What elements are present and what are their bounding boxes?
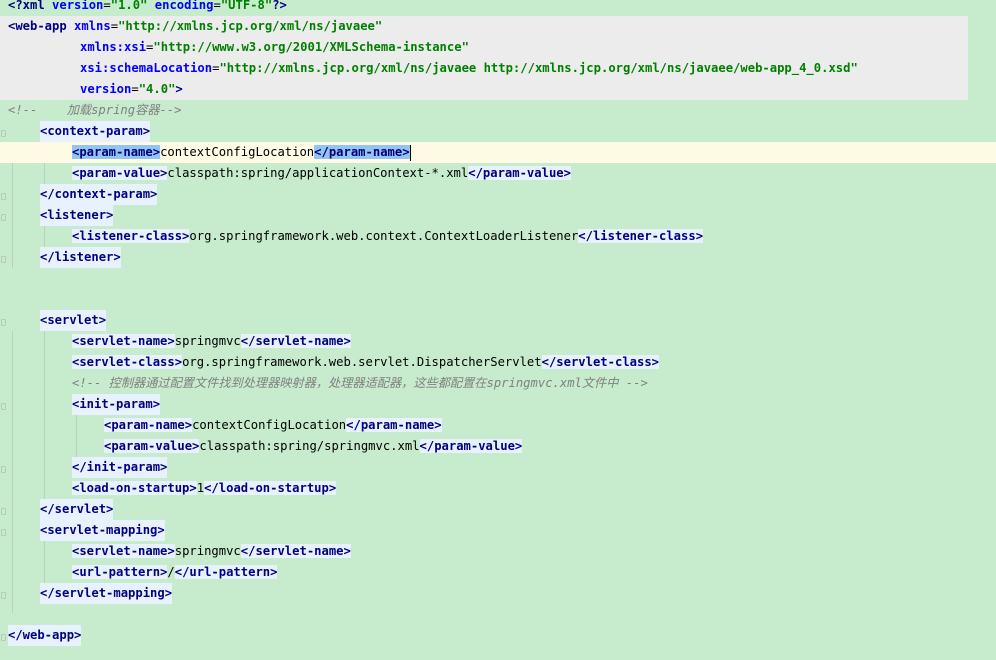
code-line-context-param-open[interactable]: <context-param> (0, 121, 996, 142)
tag-listener-class-close: </listener-class> (578, 229, 704, 243)
element-text: contextConfigLocation (160, 145, 315, 159)
code-line-servlet-mapping-close[interactable]: </servlet-mapping> (0, 583, 996, 604)
tag-servlet-open: <servlet> (40, 310, 107, 331)
tag-param-name-open: <param-name> (72, 145, 161, 159)
attribute-name: encoding (154, 0, 214, 12)
tag-param-name-close: </param-name> (346, 418, 442, 432)
code-line-xml-declaration[interactable]: <?xml version="1.0" encoding="UTF-8"?> (0, 0, 996, 16)
code-line-servlet-close[interactable]: </servlet> (0, 499, 996, 520)
code-line-param-name[interactable]: <param-name>contextConfigLocation</param… (0, 415, 996, 436)
code-line-listener-open[interactable]: <listener> (0, 205, 996, 226)
element-text: classpath:spring/springmvc.xml (199, 439, 420, 453)
code-line-servlet-name[interactable]: <servlet-name>springmvc</servlet-name> (0, 331, 996, 352)
attribute-value: "4.0" (138, 82, 176, 96)
tag-servlet-class-open: <servlet-class> (72, 355, 183, 369)
tag-param-value-close: </param-value> (468, 166, 571, 180)
code-line-schema-location[interactable]: xsi:schemaLocation="http://xmlns.jcp.org… (0, 58, 968, 79)
tag-web-app-open: <web-app (8, 19, 67, 33)
attribute-value: "UTF-8" (220, 0, 273, 12)
element-text: / (167, 565, 175, 579)
code-line-web-app-close[interactable]: </web-app> (0, 625, 996, 646)
code-line-servlet-mapping-open[interactable]: <servlet-mapping> (0, 520, 996, 541)
attribute-value: "1.0" (110, 0, 148, 12)
tag-servlet-class-close: </servlet-class> (541, 355, 660, 369)
tag-listener-close: </listener> (40, 247, 121, 268)
code-line-web-app-open[interactable]: <web-app xmlns="http://xmlns.jcp.org/xml… (0, 16, 968, 37)
tag-context-param-open: <context-param> (40, 121, 151, 142)
tag-param-name-close: </param-name> (314, 145, 410, 159)
tag-context-param-close: </context-param> (40, 184, 158, 205)
element-text: 1 (196, 481, 205, 495)
attribute-value: "http://xmlns.jcp.org/xml/ns/javaee" (118, 19, 383, 33)
attribute-name: schemaLocation (109, 61, 213, 75)
tag-listener-class-open: <listener-class> (72, 229, 190, 243)
tag-servlet-close: </servlet> (40, 499, 114, 520)
code-line-param-value[interactable]: <param-value>classpath:spring/applicatio… (0, 163, 996, 184)
code-line-comment[interactable]: <!-- 控制器通过配置文件找到处理器映射器，处理器适配器，这些都配置在spri… (0, 373, 996, 394)
xml-code-editor[interactable]: <?xml version="1.0" encoding="UTF-8"?> <… (0, 0, 996, 660)
attribute-name: xsi (124, 40, 147, 54)
tag-param-value-close: </param-value> (419, 439, 523, 453)
code-line-xmlns-xsi[interactable]: xmlns:xsi="http://www.w3.org/2001/XMLSch… (0, 37, 968, 58)
tag-param-name-open: <param-name> (104, 418, 193, 432)
code-line-version[interactable]: version="4.0"> (0, 79, 968, 100)
code-line-param-name-current[interactable]: <param-name>contextConfigLocation</param… (0, 142, 996, 163)
tag-servlet-name-open: <servlet-name> (72, 544, 175, 558)
tag-servlet-name-open: <servlet-name> (72, 334, 175, 348)
code-line-load-on-startup[interactable]: <load-on-startup>1</load-on-startup> (0, 478, 996, 499)
tag-servlet-name-close: </servlet-name> (240, 544, 351, 558)
tag-servlet-mapping-close: </servlet-mapping> (40, 583, 173, 604)
attribute-value: "http://xmlns.jcp.org/xml/ns/javaee http… (219, 61, 858, 75)
code-line-init-param-open[interactable]: <init-param> (0, 394, 996, 415)
tag-close-bracket: > (175, 82, 183, 96)
tag-web-app-close: </web-app> (8, 625, 82, 646)
element-text: springmvc (174, 544, 241, 558)
code-line-listener-close[interactable]: </listener> (0, 247, 996, 268)
tag-url-pattern-close: </url-pattern> (174, 565, 278, 579)
tag-load-on-startup-open: <load-on-startup> (72, 481, 197, 495)
attribute-value: "http://www.w3.org/2001/XMLSchema-instan… (153, 40, 469, 54)
xml-declaration-close: ?> (272, 0, 287, 12)
element-text: org.springframework.web.servlet.Dispatch… (182, 355, 542, 369)
xml-comment: <!-- 控制器通过配置文件找到处理器映射器，处理器适配器，这些都配置在spri… (72, 376, 648, 390)
code-line-listener-class[interactable]: <listener-class>org.springframework.web.… (0, 226, 996, 247)
code-line-init-param-close[interactable]: </init-param> (0, 457, 996, 478)
attribute-prefix: xsi: (80, 61, 110, 75)
element-text: classpath:spring/applicationContext-*.xm… (167, 166, 469, 180)
tag-init-param-open: <init-param> (72, 394, 161, 415)
code-line-url-pattern[interactable]: <url-pattern>/</url-pattern> (0, 562, 996, 583)
tag-servlet-mapping-open: <servlet-mapping> (40, 520, 165, 541)
tag-param-value-open: <param-value> (104, 439, 200, 453)
attribute-prefix: xmlns: (80, 40, 125, 54)
element-text: contextConfigLocation (192, 418, 347, 432)
attribute-name: xmlns (74, 19, 111, 33)
tag-listener-open: <listener> (40, 205, 114, 226)
element-text: org.springframework.web.context.ContextL… (189, 229, 579, 243)
tag-servlet-name-close: </servlet-name> (240, 334, 351, 348)
attribute-name: version (52, 0, 104, 12)
code-line-param-value[interactable]: <param-value>classpath:spring/springmvc.… (0, 436, 996, 457)
text-caret (409, 144, 411, 161)
tag-url-pattern-open: <url-pattern> (72, 565, 168, 579)
code-line-servlet-class[interactable]: <servlet-class>org.springframework.web.s… (0, 352, 996, 373)
code-line-servlet-open[interactable]: <servlet> (0, 310, 996, 331)
code-line-servlet-name[interactable]: <servlet-name>springmvc</servlet-name> (0, 541, 996, 562)
xml-declaration-open: <?xml (8, 0, 45, 12)
code-line-comment[interactable]: <!-- 加载spring容器--> (0, 100, 996, 121)
xml-comment: <!-- 加载spring容器--> (8, 103, 182, 117)
code-line-context-param-close[interactable]: </context-param> (0, 184, 996, 205)
tag-init-param-close: </init-param> (72, 457, 168, 478)
tag-param-value-open: <param-value> (72, 166, 168, 180)
element-text: springmvc (174, 334, 241, 348)
attribute-name: version (80, 82, 132, 96)
tag-load-on-startup-close: </load-on-startup> (204, 481, 337, 495)
